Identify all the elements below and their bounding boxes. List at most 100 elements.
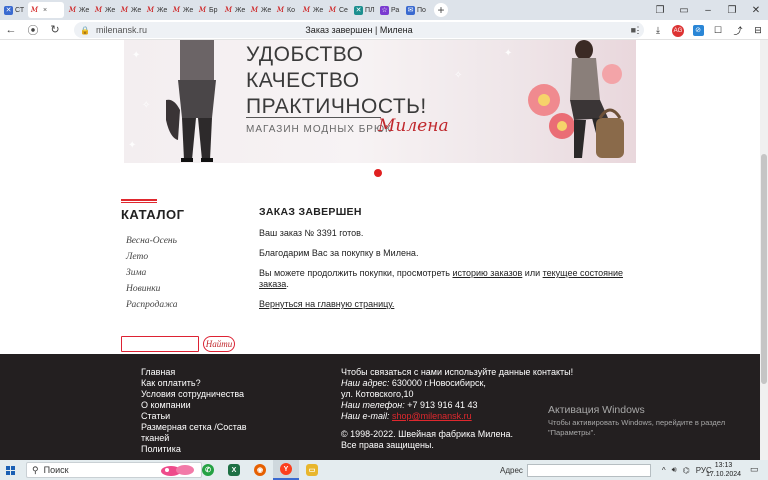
- promo-banner[interactable]: ✦ ✧ ✦ ✧ ✦ УДОБСТВО КАЧЕСТВО ПРАКТИЧНОСТЬ…: [124, 40, 636, 163]
- site-favicon-icon: ✉: [406, 5, 415, 15]
- footer-link-size-chart[interactable]: Размерная сетка /Состав тканей: [141, 422, 261, 444]
- browser-tab[interactable]: ✕ СТ: [2, 2, 26, 18]
- omnibox[interactable]: 🔒 milenansk.ru Заказ завершен | Милена ■: [74, 22, 644, 38]
- email-link[interactable]: shop@milenansk.ru: [392, 411, 472, 421]
- firefox-taskbar-icon[interactable]: ◉: [247, 460, 273, 480]
- reload-button[interactable]: ↻: [44, 23, 66, 36]
- catalog-item-summer[interactable]: Лето: [126, 249, 178, 265]
- footer-link-policy[interactable]: Политика: [141, 444, 261, 455]
- minimize-button[interactable]: –: [696, 5, 720, 16]
- taskbar-search[interactable]: ⚲ Поиск: [26, 462, 202, 478]
- milena-favicon-icon: M: [172, 6, 181, 14]
- back-button[interactable]: ←: [0, 24, 22, 36]
- browser-tab[interactable]: M Же: [66, 2, 90, 18]
- catalog-item-spring-autumn[interactable]: Весна-Осень: [126, 233, 178, 249]
- windows-activation-watermark: Активация Windows Чтобы активировать Win…: [548, 404, 748, 438]
- continue-text-part: или: [522, 268, 543, 278]
- search-button[interactable]: Найти: [203, 336, 235, 352]
- extension-icon[interactable]: ⊘: [688, 24, 708, 36]
- lock-icon[interactable]: 🔒: [80, 26, 90, 35]
- continue-text: Вы можете продолжить покупки, просмотрет…: [259, 268, 639, 290]
- browser-tab[interactable]: M ×: [28, 2, 64, 18]
- tab-label: Ра: [391, 6, 400, 14]
- browser-tab[interactable]: ✉ По: [404, 2, 428, 18]
- model-left-image: [166, 40, 216, 162]
- order-number-text: Ваш заказ № 3391 готов.: [259, 228, 364, 238]
- tab-label: Же: [157, 6, 168, 14]
- rights-text: Все права защищены.: [341, 440, 434, 450]
- footer-link-payment[interactable]: Как оплатить?: [141, 378, 261, 389]
- browser-tab[interactable]: M Же: [222, 2, 246, 18]
- footer-link-cooperation[interactable]: Условия сотрудничества: [141, 389, 261, 400]
- site-favicon-icon: ✕: [354, 5, 363, 15]
- footer-link-about[interactable]: О компании: [141, 400, 261, 411]
- tab-label: Бр: [209, 6, 218, 14]
- notification-icon[interactable]: ▭: [750, 464, 759, 475]
- tab-label: Же: [183, 6, 194, 14]
- start-button[interactable]: [0, 460, 20, 480]
- close-tab-icon[interactable]: ×: [43, 7, 47, 14]
- address-label: Наш адрес:: [341, 378, 390, 388]
- volume-icon[interactable]: 🔊︎: [672, 465, 677, 475]
- slider-dot[interactable]: [374, 169, 382, 177]
- tab-label: Же: [235, 6, 246, 14]
- search-input[interactable]: [121, 336, 199, 352]
- back-home-link[interactable]: Вернуться на главную страницу.: [259, 299, 394, 309]
- catalog-item-new[interactable]: Новинки: [126, 281, 178, 297]
- footer-link-articles[interactable]: Статьи: [141, 411, 261, 422]
- continue-text-part: Вы можете продолжить покупки, просмотрет…: [259, 268, 453, 278]
- browser-tab[interactable]: M Же: [92, 2, 116, 18]
- yandex-shield-icon[interactable]: ⦿: [22, 22, 44, 38]
- browser-tab[interactable]: M Же: [170, 2, 194, 18]
- maximize-button[interactable]: ❐: [720, 5, 744, 16]
- whatsapp-taskbar-icon[interactable]: ✆: [195, 460, 221, 480]
- address-value: 630000 г.Новосибирск,: [389, 378, 486, 388]
- sidebar-icon[interactable]: ⊟: [748, 25, 768, 36]
- windows-logo-icon: [5, 465, 15, 475]
- browser-tab[interactable]: ✕ ПЛ: [352, 2, 376, 18]
- contact-intro: Чтобы связаться с нами используйте данны…: [341, 367, 574, 377]
- url-text[interactable]: milenansk.ru: [96, 25, 147, 35]
- order-history-link[interactable]: историю заказов: [452, 268, 522, 278]
- milena-favicon-icon: M: [302, 6, 311, 14]
- address-toolbar-input[interactable]: [526, 463, 651, 477]
- profile-badge-icon[interactable]: AG: [668, 24, 688, 37]
- browser-tab[interactable]: M Се: [326, 2, 350, 18]
- email-label: Наш e-mail:: [341, 411, 390, 421]
- new-tab-button[interactable]: +: [434, 3, 448, 17]
- tab-search-icon[interactable]: ❐: [648, 5, 672, 16]
- scrollbar-thumb[interactable]: [761, 154, 767, 384]
- network-icon[interactable]: ⌬: [683, 466, 690, 475]
- browser-tab[interactable]: ☆ Ра: [378, 2, 402, 18]
- bookmarks-icon[interactable]: ▭: [672, 5, 696, 16]
- downloads-icon[interactable]: ⤓: [648, 25, 668, 36]
- banner-shop-line: МАГАЗИН МОДНЫХ БРЮК: [246, 124, 392, 135]
- footer-link-home[interactable]: Главная: [141, 367, 261, 378]
- browser-tab[interactable]: M Бр: [196, 2, 220, 18]
- milena-favicon-icon: M: [250, 6, 259, 14]
- catalog-item-winter[interactable]: Зима: [126, 265, 178, 281]
- browser-tab[interactable]: M Ко: [274, 2, 298, 18]
- windows-taskbar: ⚲ Поиск ✆ X ◉ Y ▭ Адрес ^ 🔊︎ ⌬ РУС 13:13…: [0, 460, 768, 480]
- tab-label: Же: [105, 6, 116, 14]
- share-icon[interactable]: ⤴: [728, 24, 748, 37]
- page-scrollbar[interactable]: [760, 40, 768, 460]
- yandex-browser-taskbar-icon[interactable]: Y: [273, 460, 299, 480]
- excel-taskbar-icon[interactable]: X: [221, 460, 247, 480]
- catalog-item-sale[interactable]: Распродажа: [126, 297, 178, 313]
- tab-label: Же: [79, 6, 90, 14]
- milena-favicon-icon: M: [120, 6, 129, 14]
- more-menu-icon[interactable]: ⋮: [628, 25, 648, 36]
- file-explorer-taskbar-icon[interactable]: ▭: [299, 460, 325, 480]
- browser-tab[interactable]: M Же: [300, 2, 324, 18]
- catalog-list: Весна-Осень Лето Зима Новинки Распродажа: [126, 233, 178, 313]
- close-window-button[interactable]: ✕: [744, 5, 768, 16]
- show-hidden-icons-icon[interactable]: ^: [662, 466, 666, 475]
- browser-tab[interactable]: M Же: [248, 2, 272, 18]
- taskbar-clock[interactable]: 13:13 17.10.2024: [706, 461, 741, 479]
- browser-tab[interactable]: M Же: [118, 2, 142, 18]
- browser-tab[interactable]: M Же: [144, 2, 168, 18]
- milena-favicon-icon: M: [94, 6, 103, 14]
- chat-icon[interactable]: ☐: [708, 25, 728, 36]
- continue-text-part: .: [286, 279, 289, 289]
